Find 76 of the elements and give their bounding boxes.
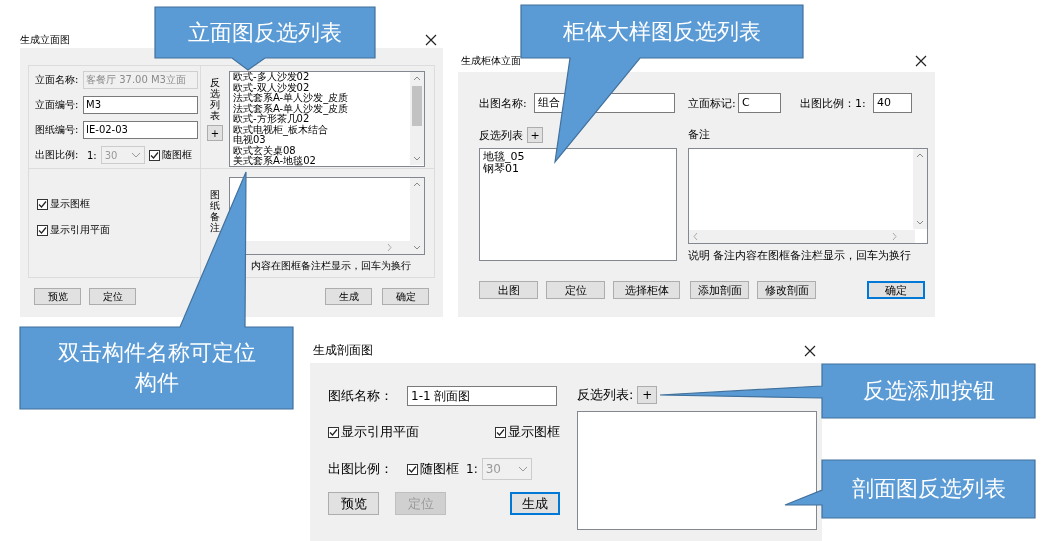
list-item[interactable]: 美式套系A-地毯02 [233, 156, 408, 166]
checkbox[interactable]: 显示图框 [495, 423, 560, 441]
checkbox[interactable]: 显示引用平面 [328, 423, 419, 441]
input-field[interactable]: C [738, 93, 781, 113]
button[interactable]: 定位 [546, 281, 605, 299]
field-label: 立面标记: [688, 95, 737, 111]
checkmark-icon [496, 427, 505, 437]
button[interactable]: 选择柜体 [613, 281, 680, 299]
field-label: 图纸名称： [328, 387, 394, 405]
field-label: 出图比例: [35, 148, 80, 162]
field-label: 出图比例： [328, 460, 394, 478]
checkmark-icon [408, 464, 417, 474]
input-field[interactable]: 40 [873, 93, 912, 113]
callout-text: 立面图反选列表 [188, 18, 342, 47]
scale-prefix: 1: [466, 462, 478, 476]
button[interactable]: 确定 [867, 281, 925, 299]
callout-text: 双击构件名称可定位构件 [56, 339, 257, 397]
list-item[interactable]: 地毯_05 [483, 151, 673, 163]
input-field[interactable]: IE-02-03 [83, 121, 198, 139]
checkmark-icon [149, 150, 159, 160]
add-button[interactable]: + [207, 125, 223, 141]
checkmark-icon [38, 199, 47, 209]
notes-field[interactable] [688, 148, 928, 244]
list-item[interactable]: 欧式-双人沙发02 [233, 82, 408, 93]
field-label: 立面名称: [35, 73, 80, 87]
list-item[interactable]: 电视03 [233, 135, 408, 146]
checkbox[interactable]: 随图框 [148, 148, 192, 162]
callout-text: 剖面图反选列表 [851, 475, 1006, 503]
button[interactable]: 生成 [325, 288, 372, 305]
callout-text: 柜体大样图反选列表 [563, 17, 761, 46]
list-item[interactable]: 欧式-方形茶几02 [233, 114, 408, 125]
close-icon[interactable] [804, 344, 816, 357]
window-title: 生成柜体立面 [461, 54, 521, 68]
input-field[interactable]: M3 [83, 96, 198, 114]
list-item[interactable]: 欧式-多人沙发02 [233, 72, 408, 83]
checkbox[interactable]: 显示引用平面 [37, 223, 192, 237]
hint-text: 内容在图框备注栏显示，回车为换行 [251, 259, 412, 273]
list-label: 反选列表 [210, 77, 220, 121]
callout-text: 反选添加按钮 [862, 377, 995, 405]
close-icon[interactable] [425, 34, 437, 46]
button[interactable]: 确定 [382, 288, 429, 305]
list-label: 反选列表 [479, 127, 523, 143]
notes-label: 图纸备注 [209, 188, 221, 235]
checkmark-icon [38, 225, 47, 235]
add-button[interactable]: + [637, 386, 658, 404]
field-label: 出图比例：1: [800, 95, 867, 111]
notes-label: 备注 [688, 127, 711, 143]
input-field[interactable]: 1-1 剖面图 [407, 386, 557, 406]
checkbox[interactable]: 随图框 [407, 460, 459, 478]
close-icon[interactable] [915, 55, 927, 67]
list-item[interactable]: 欧式玄关桌08 [233, 145, 408, 156]
field-label: 图纸编号: [35, 123, 80, 137]
button[interactable]: 预览 [34, 288, 81, 305]
button[interactable]: 修改剖面 [757, 281, 816, 299]
window-title: 生成剖面图 [313, 342, 373, 359]
caret-icon [130, 151, 141, 159]
field-label: 立面编号: [35, 98, 80, 112]
window-title: 生成立面图 [20, 33, 70, 47]
caret-icon [517, 465, 528, 473]
add-button[interactable]: + [527, 127, 543, 143]
list-item[interactable]: 钢琴01 [483, 163, 673, 175]
button[interactable]: 添加剖面 [690, 281, 749, 299]
field-label: 出图名称: [479, 95, 528, 111]
button[interactable]: 生成 [510, 492, 560, 515]
checkmark-icon [329, 427, 338, 437]
list-label: 反选列表: [577, 386, 634, 404]
list-item[interactable]: 法式套系A-单人沙发_皮质 [233, 103, 408, 114]
scale-prefix: 1: [87, 149, 97, 161]
checkbox[interactable]: 显示图框 [37, 197, 192, 211]
hint-text: 说明 备注内容在图框备注栏显示，回车为换行 [688, 248, 913, 263]
list-item[interactable]: 欧式电视柜_板木结合 [233, 124, 408, 135]
button[interactable]: 定位 [89, 288, 136, 305]
list-item[interactable]: 法式套系A-单人沙发_皮质 [233, 93, 408, 104]
notes-field[interactable] [229, 177, 425, 255]
button[interactable]: 出图 [479, 281, 538, 299]
button[interactable]: 预览 [328, 492, 379, 515]
